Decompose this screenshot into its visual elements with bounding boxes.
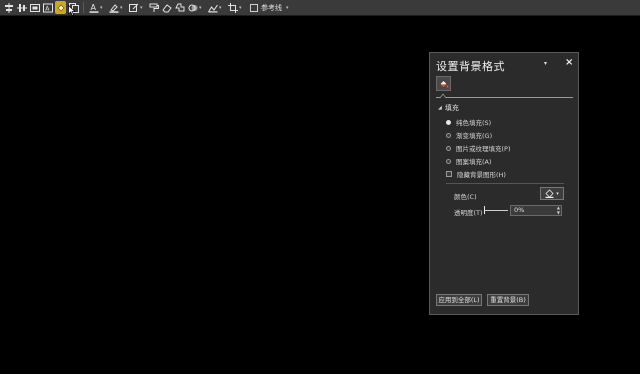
color-label: 颜色(C) [454,193,477,201]
crop-icon[interactable] [227,1,238,14]
reset-background-button[interactable]: 重置背景(B) [487,294,529,306]
text-box-icon[interactable]: A [42,1,53,14]
checkbox-box[interactable] [446,171,452,177]
fill-bucket-icon [545,189,554,198]
font-color-icon[interactable]: A [88,1,99,14]
transparency-value: 0% [514,206,525,214]
option-label: 隐藏背景图形(H) [457,171,506,179]
highlighter-icon[interactable] [108,1,119,14]
tab-underline [436,97,573,98]
fill-bucket-icon [439,80,449,88]
transparency-label: 透明度(T) [454,209,483,217]
fill-section-header[interactable]: ◢ 填充 [438,103,459,113]
hide-background-graphics-checkbox[interactable]: 隐藏背景图形(H) [446,169,506,179]
shapes-icon[interactable] [174,1,185,14]
guides-checkbox[interactable]: 参考线 [250,3,282,13]
fill-tab[interactable] [436,76,451,91]
toolbar: A A ▾ ▾ ▾ ▾ ▾ ▾ 参考线 ▾ [0,0,640,16]
guides-label: 参考线 [261,3,282,12]
radio-button[interactable] [446,158,451,164]
radio-picture-fill[interactable]: 图片或纹理填充(P) [446,143,511,153]
spinner-arrows-icon[interactable]: ▲ ▼ [557,205,560,215]
align-center-horizontal-icon[interactable] [3,1,14,14]
format-background-panel: 设置背景格式 ▾ × ◢ 填充 纯色填充(S) 渐变填充(G) 图片或纹理填充(… [429,52,579,315]
radio-gradient-fill[interactable]: 渐变填充(G) [446,130,492,140]
chevron-down-icon[interactable]: ▾ [120,5,125,11]
chevron-down-icon[interactable]: ▾ [556,191,559,197]
svg-text:A: A [45,5,50,12]
arrange-icon[interactable] [207,1,218,14]
format-painter-icon[interactable] [148,1,159,14]
panel-menu-chevron-icon[interactable]: ▾ [544,60,547,67]
slider-thumb[interactable] [484,206,485,214]
panel-title: 设置背景格式 [436,60,505,73]
radio-button[interactable] [446,132,451,138]
chevron-down-icon[interactable]: ▾ [140,5,145,11]
edit-shape-icon[interactable] [128,1,139,14]
apply-to-all-button[interactable]: 应用到全部(L) [436,294,482,306]
transparency-slider[interactable] [484,210,508,211]
toolbar-separator [83,2,84,13]
collapse-triangle-icon[interactable]: ◢ [438,105,442,111]
section-label: 填充 [444,104,459,112]
option-label: 图片或纹理填充(P) [456,145,511,153]
chevron-down-icon[interactable]: ▾ [100,5,105,11]
chevron-down-icon[interactable]: ▾ [286,5,291,11]
chevron-down-icon[interactable]: ▾ [219,5,224,11]
radio-button[interactable] [446,119,451,125]
align-center-vertical-icon[interactable] [16,1,27,14]
effects-icon[interactable] [187,1,198,14]
option-label: 渐变填充(G) [456,132,493,140]
divider [446,183,564,184]
chevron-down-icon[interactable]: ▾ [239,5,244,11]
radio-solid-fill[interactable]: 纯色填充(S) [446,117,491,127]
tab-pointer-icon [440,93,446,99]
checkbox-box[interactable] [250,3,258,12]
paint-bucket-icon[interactable] [55,1,66,14]
radio-pattern-fill[interactable]: 图案填充(A) [446,156,492,166]
option-label: 纯色填充(S) [456,119,492,127]
radio-button[interactable] [446,145,451,151]
option-label: 图案填充(A) [456,158,492,166]
svg-text:A: A [90,3,96,12]
eraser-icon[interactable] [161,1,172,14]
mouse-cursor-icon [68,5,76,16]
frame-icon[interactable] [29,1,40,14]
close-icon[interactable]: × [565,57,573,68]
color-picker-button[interactable]: ▾ [540,187,564,200]
chevron-down-icon[interactable]: ▾ [199,5,204,11]
transparency-input[interactable]: 0% ▲ ▼ [510,205,562,216]
